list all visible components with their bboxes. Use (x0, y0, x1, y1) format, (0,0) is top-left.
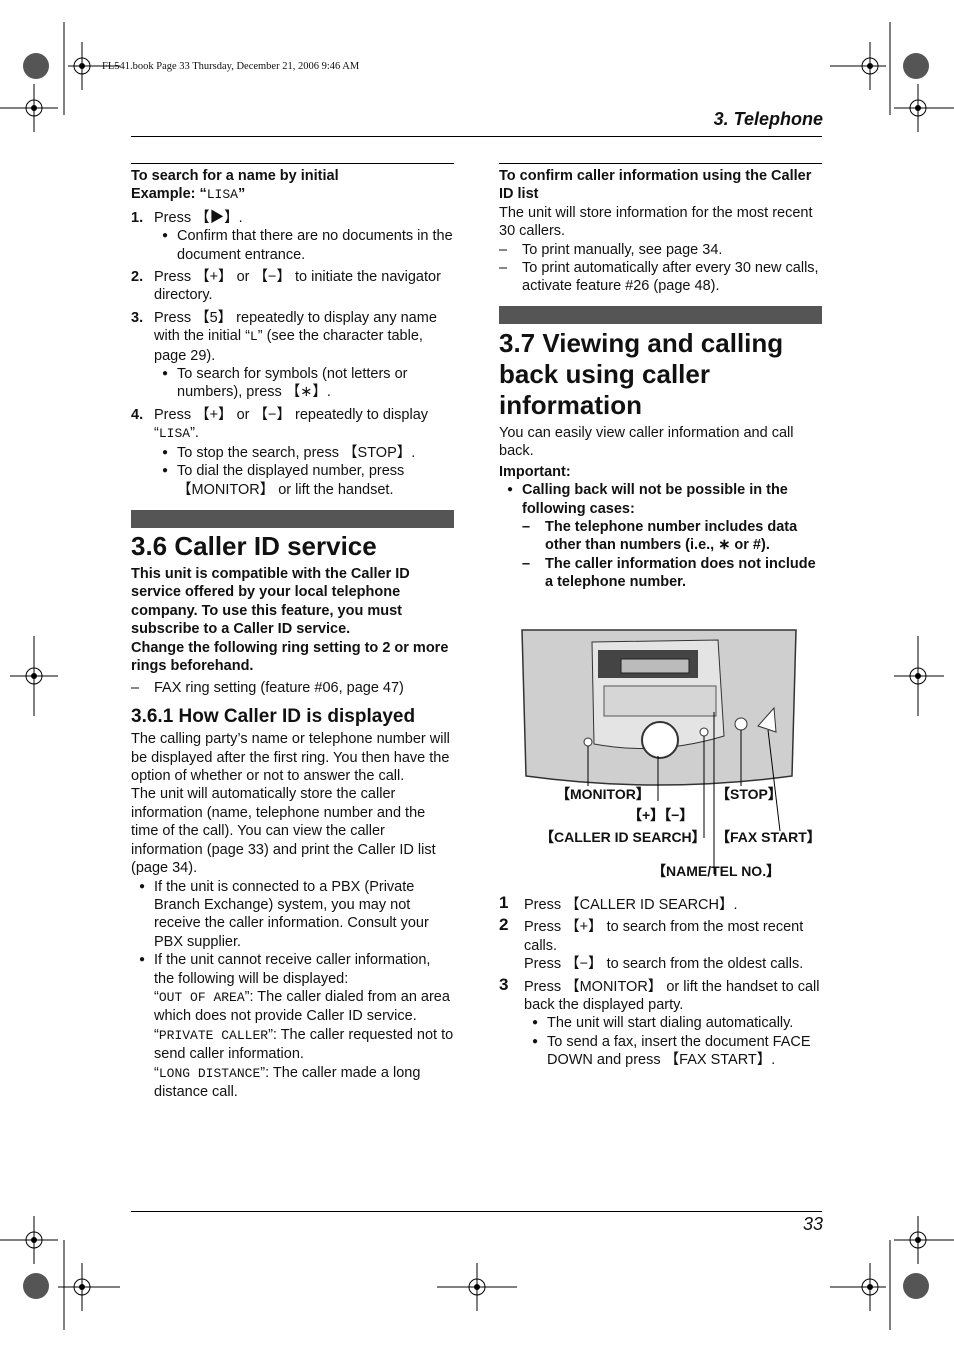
callout-monitor: 【MONITOR】 (556, 786, 650, 802)
step-1: 1.Press 【▶】. Confirm that there are no d… (131, 209, 454, 264)
step-4: 4. Press 【+】 or 【−】 repeatedly to display… (131, 406, 454, 499)
footer-rule (131, 1211, 822, 1212)
calling-back-steps: 1 Press 【CALLER ID SEARCH】. 2 Press 【+】 to… (499, 892, 822, 1070)
callout-fax-start: 【FAX START】 (716, 829, 821, 845)
search-title: To search for a name by initial (131, 168, 339, 184)
section-bar (499, 306, 822, 324)
stop-button (734, 717, 748, 731)
caller-id-intro: This unit is compatible with the Caller … (131, 565, 454, 1101)
navigator-dial (641, 721, 679, 759)
search-by-initial: To search for a name by initial Example:… (131, 167, 454, 499)
callout-stop: 【STOP】 (716, 786, 782, 802)
section-rule (131, 163, 454, 164)
step-2: 2. Press 【+】 or 【−】 to initiate the navig… (131, 269, 441, 304)
display-out-of-area: “OUT OF AREA”: The caller dialed from an… (154, 988, 450, 1025)
callout-plus-minus: 【+】【−】 (628, 807, 694, 823)
confirm-caller-info: To confirm caller information using the … (499, 167, 822, 296)
callout-caller-id-search: 【CALLER ID SEARCH】 (540, 829, 706, 845)
callout-name-tel: 【NAME/TEL NO.】 (652, 863, 781, 879)
subsection-title-3-6-1: 3.6.1 How Caller ID is displayed (131, 705, 416, 727)
caller-id-search-button (699, 727, 709, 737)
header-rule (131, 136, 822, 137)
step-2: 2 Press 【+】 to search from the most recen… (499, 915, 804, 973)
running-header: 3. Telephone (713, 109, 823, 129)
station-keys (603, 685, 717, 717)
example-line: Example: “LISA” (131, 186, 246, 203)
section-bar (131, 510, 454, 528)
section-title-3-6: 3.6 Caller ID service (131, 531, 377, 561)
step-3: 3. Press 【5】 repeatedly to display any na… (131, 309, 454, 402)
page-number: 33 (802, 1214, 823, 1234)
display-long-distance: “LONG DISTANCE”: The caller made a long … (154, 1064, 421, 1100)
monitor-button (583, 737, 593, 747)
display-private-caller: “PRIVATE CALLER”: The caller requested n… (154, 1026, 454, 1063)
step-1: 1 Press 【CALLER ID SEARCH】. (499, 893, 738, 913)
step-3: 3 Press 【MONITOR】 or lift the handset to … (499, 975, 822, 1070)
viewing-intro: You can easily view caller information a… (499, 424, 822, 592)
section-title-3-7: 3.7 Viewing and calling back using calle… (499, 328, 784, 420)
lcd-display (620, 658, 690, 674)
print-header: FL541.book Page 33 Thursday, December 21… (102, 61, 360, 72)
